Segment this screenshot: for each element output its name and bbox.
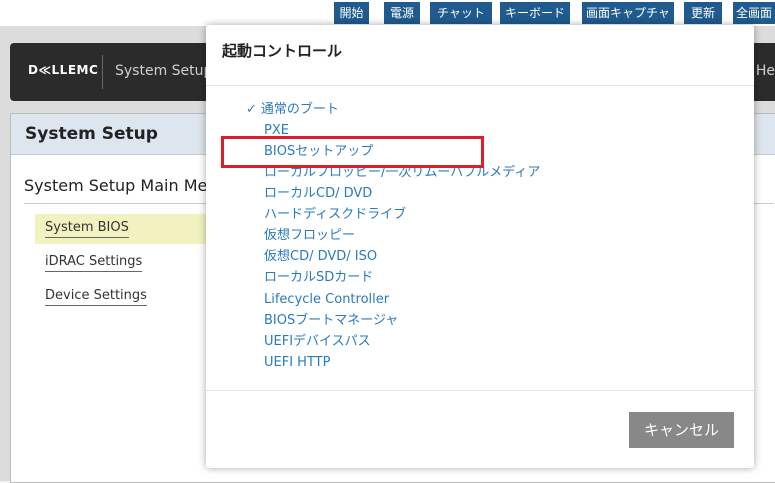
top-toolbar: 開始 電源 チャット キーボード 画面キャプチャ 更新 全画面 <box>0 0 775 26</box>
cancel-button[interactable]: キャンセル <box>629 412 734 448</box>
header-separator <box>102 55 103 89</box>
screen-capture-button[interactable]: 画面キャプチャ <box>582 2 674 24</box>
fullscreen-button[interactable]: 全画面 <box>733 2 775 24</box>
help-link[interactable]: He <box>756 63 775 79</box>
menu-item-system-bios[interactable]: System BIOS <box>35 214 235 244</box>
boot-option-local-sd-card[interactable]: ローカルSDカード <box>264 268 373 288</box>
dialog-divider-bottom <box>206 390 754 391</box>
menu-item-label: Device Settings <box>45 288 147 306</box>
menu-item-idrac-settings[interactable]: iDRAC Settings <box>35 248 235 278</box>
refresh-button[interactable]: 更新 <box>684 2 722 24</box>
dialog-title: 起動コントロール <box>222 42 343 60</box>
page-title: System Setup <box>25 124 158 144</box>
boot-option-local-cd-dvd[interactable]: ローカルCD/ DVD <box>264 184 372 204</box>
menu-item-label: System BIOS <box>45 220 129 238</box>
dialog-divider-top <box>206 85 754 86</box>
boot-option-normal[interactable]: ✓ 通常のブート <box>246 100 339 120</box>
chat-button[interactable]: チャット <box>430 2 492 24</box>
boot-option-hard-disk[interactable]: ハードディスクドライブ <box>264 205 406 225</box>
boot-option-bios-boot-manager[interactable]: BIOSブートマネージャ <box>264 311 398 331</box>
boot-option-lifecycle-controller[interactable]: Lifecycle Controller <box>264 290 389 310</box>
checkmark-icon: ✓ <box>246 102 257 117</box>
boot-option-uefi-http[interactable]: UEFI HTTP <box>264 353 330 373</box>
menu-item-label: iDRAC Settings <box>45 254 143 272</box>
boot-option-virtual-floppy[interactable]: 仮想フロッピー <box>264 226 355 246</box>
boot-option-label: 通常のブート <box>260 102 339 117</box>
header-title: System Setup <box>115 63 213 79</box>
boot-option-virtual-cd-dvd-iso[interactable]: 仮想CD/ DVD/ ISO <box>264 247 377 267</box>
keyboard-button[interactable]: キーボード <box>500 2 570 24</box>
power-button[interactable]: 電源 <box>384 2 420 24</box>
boot-control-dialog: 起動コントロール ✓ 通常のブート PXE BIOSセットアップ ローカルフロッピ… <box>206 25 754 468</box>
main-menu-title: System Setup Main Menu <box>24 176 228 195</box>
start-button[interactable]: 開始 <box>334 2 369 24</box>
dell-emc-logo: D≪LLEMC <box>28 63 99 77</box>
menu-item-device-settings[interactable]: Device Settings <box>35 282 235 312</box>
highlight-annotation-box <box>221 136 484 168</box>
boot-option-uefi-device-path[interactable]: UEFIデバイスパス <box>264 332 371 352</box>
